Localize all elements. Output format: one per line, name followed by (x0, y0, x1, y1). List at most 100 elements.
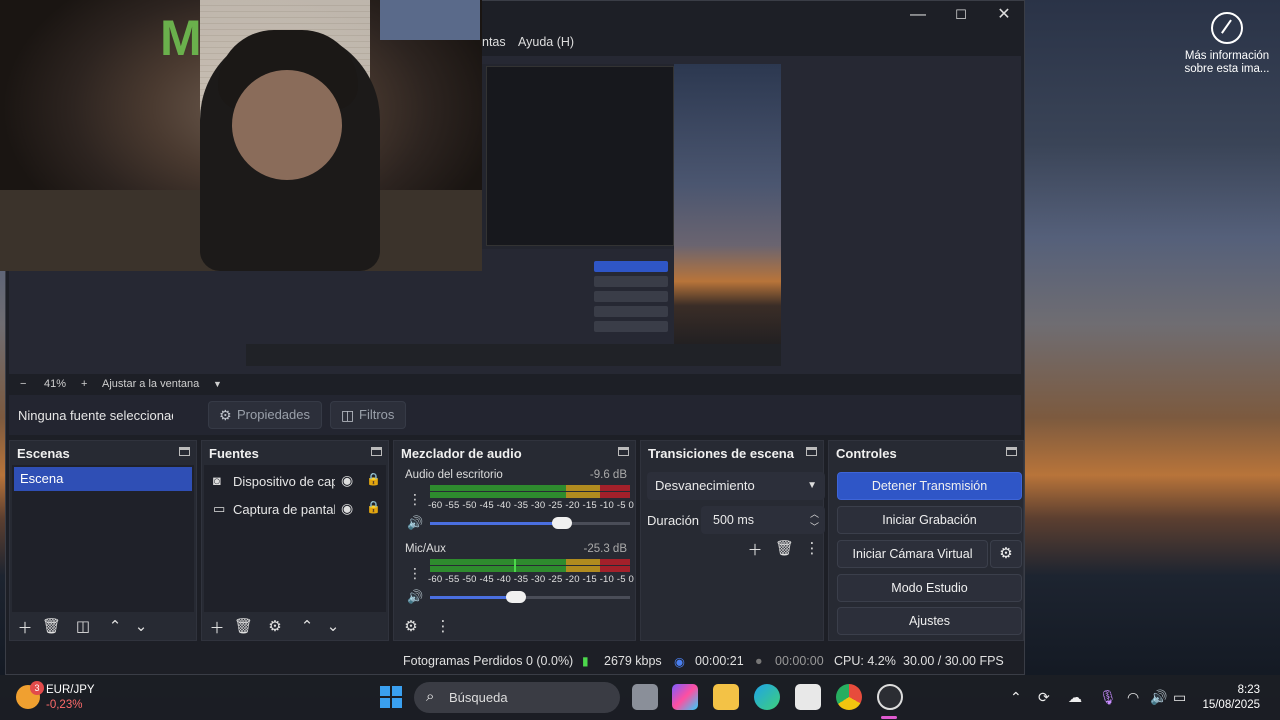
stop-streaming-button[interactable]: Detener Transmisión (837, 472, 1022, 500)
scenes-list: Escena (12, 465, 194, 612)
webcam-overlay: M (0, 0, 482, 271)
eye-icon[interactable]: ◉ (341, 500, 353, 517)
virtual-camera-settings-gear-icon[interactable]: ⚙ (990, 540, 1022, 568)
wallpaper-info[interactable]: Más información sobre esta ima... (1180, 12, 1274, 76)
duration-input[interactable]: 500 ms ︿ ﹀ (701, 506, 825, 534)
bitrate: 2679 kbps (604, 654, 662, 668)
kebab-menu-icon[interactable]: ⋮ (408, 565, 422, 582)
gear-icon: ⚙ (219, 407, 232, 423)
chevron-down-icon[interactable]: ▼ (213, 379, 222, 389)
cloud-icon[interactable]: ☁ (1068, 689, 1082, 706)
clock[interactable]: 8:23 15/08/2025 (1200, 683, 1260, 713)
mixer-title: Mezclador de audio (401, 446, 522, 461)
kebab-menu-icon[interactable]: ⋮ (408, 491, 422, 508)
add-icon[interactable]: ＋ (746, 539, 764, 560)
menu-help[interactable]: Ayuda (H) (518, 35, 574, 49)
microphone-icon[interactable]: 🎙 (1099, 689, 1117, 706)
transition-selected: Desvanecimiento (655, 478, 755, 493)
filter-icon[interactable]: ◫ (74, 617, 92, 635)
add-icon[interactable]: ＋ (16, 617, 34, 638)
taskbar-search[interactable]: ⌕ Búsqueda (414, 682, 620, 713)
chevron-down-icon[interactable]: ⌄ (132, 617, 150, 635)
lock-icon[interactable]: 🔒 (366, 500, 381, 514)
record-icon: ● (755, 654, 763, 668)
sources-title: Fuentes (209, 446, 259, 461)
meter-scale: -60 -55 -50 -45 -40 -35 -30 -25 -20 -15 … (428, 500, 635, 511)
controls-dock: Controles Detener Transmisión Iniciar Gr… (828, 440, 1024, 641)
kebab-menu-icon[interactable]: ⋮ (434, 617, 452, 635)
battery-icon[interactable]: ▭ (1173, 689, 1186, 706)
filters-button[interactable]: ◫ Filtros (330, 401, 406, 429)
lock-icon[interactable]: 🔒 (366, 472, 381, 486)
zoom-out-button[interactable]: − (20, 378, 26, 390)
chevron-up-icon[interactable]: ⌃ (106, 617, 124, 635)
trash-icon[interactable]: 🗑 (42, 617, 61, 635)
volume-meter (430, 559, 630, 573)
active-app-indicator (881, 716, 897, 719)
wifi-icon[interactable]: ◠ (1127, 689, 1139, 706)
start-recording-button[interactable]: Iniciar Grabación (837, 506, 1022, 534)
chevron-up-icon[interactable]: ⌃ (1010, 689, 1022, 706)
volume-slider-handle[interactable] (552, 517, 572, 529)
volume-slider[interactable] (430, 517, 630, 529)
edge-icon[interactable] (754, 684, 780, 710)
trash-icon[interactable]: 🗑 (775, 539, 794, 557)
chevron-down-icon[interactable]: ⌄ (324, 617, 342, 635)
trash-icon[interactable]: 🗑 (234, 617, 253, 635)
volume-icon[interactable]: 🔊 (1150, 689, 1167, 706)
file-explorer-icon[interactable] (713, 684, 739, 710)
fit-to-window-label: Ajustar a la ventana (102, 378, 200, 390)
studio-mode-button[interactable]: Modo Estudio (837, 574, 1022, 602)
source-item[interactable]: ▭ Captura de pantalla ◉ 🔒 (204, 496, 386, 522)
sync-icon[interactable]: ⟳ (1038, 689, 1050, 706)
transition-select[interactable]: Desvanecimiento ▼ (647, 472, 825, 500)
chrome-icon[interactable] (836, 684, 862, 710)
preview-nested-taskbar (246, 344, 781, 366)
chevron-down-icon[interactable]: ﹀ (810, 513, 819, 541)
camera-lens-icon (1211, 12, 1243, 44)
obs-icon[interactable] (877, 684, 903, 710)
speaker-icon[interactable]: 🔊 (407, 589, 423, 605)
undock-icon[interactable] (179, 447, 190, 456)
undock-icon[interactable] (618, 447, 629, 456)
undock-icon[interactable] (806, 447, 817, 456)
kebab-menu-icon[interactable]: ⋮ (803, 539, 821, 557)
volume-slider[interactable] (430, 591, 630, 603)
settings-button[interactable]: Ajustes (837, 607, 1022, 635)
start-button[interactable] (380, 686, 402, 708)
close-button[interactable]: ✕ (982, 3, 1026, 27)
gear-icon[interactable]: ⚙ (266, 617, 284, 635)
duration-label: Duración (647, 513, 700, 528)
undock-icon[interactable] (1006, 447, 1017, 456)
task-view-icon[interactable] (632, 684, 658, 710)
preview-nested-button (594, 291, 668, 302)
preview-nested-wallpaper (674, 64, 781, 366)
start-virtual-camera-button[interactable]: Iniciar Cámara Virtual (837, 540, 988, 568)
store-icon[interactable] (795, 684, 821, 710)
widget-value: -0,23% (46, 699, 83, 711)
add-icon[interactable]: ＋ (208, 617, 226, 638)
advanced-audio-icon[interactable]: ⚙ (402, 617, 420, 635)
volume-slider-handle[interactable] (506, 591, 526, 603)
zoom-in-button[interactable]: + (81, 378, 87, 390)
m365-icon[interactable] (672, 684, 698, 710)
chevron-up-icon[interactable]: ⌃ (298, 617, 316, 635)
scenes-title: Escenas (17, 446, 70, 461)
properties-button[interactable]: ⚙ Propiedades (208, 401, 322, 429)
minimize-button[interactable]: — (896, 3, 940, 27)
source-name: Captura de pantalla (233, 502, 335, 517)
maximize-button[interactable]: ☐ (939, 3, 983, 27)
speaker-icon[interactable]: 🔊 (407, 515, 423, 531)
eye-icon[interactable]: ◉ (341, 472, 353, 489)
menu-tools[interactable]: ntas (482, 35, 506, 49)
sources-dock: Fuentes ◙ Dispositivo de captura de vide… (201, 440, 389, 641)
status-bar: Fotogramas Perdidos 0 (0.0%) ▮ 2679 kbps… (6, 649, 1024, 673)
mixer-channel: Mic/Aux -25.3 dB ⋮ -60 -55 -50 -45 -40 -… (396, 539, 634, 613)
properties-label: Propiedades (237, 407, 310, 422)
scene-item[interactable]: Escena (14, 467, 192, 491)
preview-nested-window (486, 66, 674, 246)
undock-icon[interactable] (371, 447, 382, 456)
clock-time: 8:23 (1237, 684, 1260, 696)
source-item[interactable]: ◙ Dispositivo de captura de video ◉ 🔒 (204, 468, 386, 494)
fps: 30.00 / 30.00 FPS (903, 654, 1004, 668)
